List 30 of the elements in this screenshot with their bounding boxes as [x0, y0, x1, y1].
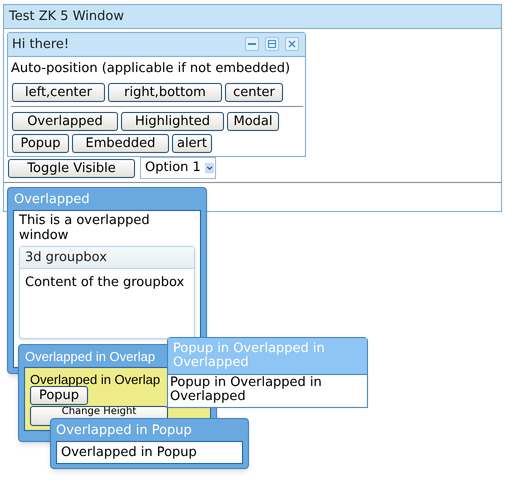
minimize-button[interactable]: [245, 37, 259, 51]
body-text: Popup in Overlapped in Overlapped: [169, 375, 323, 404]
button[interactable]: Modal: [227, 112, 279, 131]
minimize-icon: [248, 40, 256, 48]
close-icon: [288, 40, 296, 48]
button[interactable]: Embedded: [72, 134, 169, 153]
popup-title: Popup in Overlapped in Overlapped: [168, 338, 367, 375]
button[interactable]: left,center: [12, 83, 105, 102]
button[interactable]: Toggle Visible: [8, 159, 135, 178]
button[interactable]: Overlapped: [12, 112, 118, 131]
maximize-button[interactable]: [265, 37, 279, 51]
body-text: This is a overlapped window: [19, 213, 151, 243]
groupbox-title: 3d groupbox: [20, 247, 194, 269]
maximize-icon: [268, 40, 276, 48]
body-text: Overlapped in Popup: [61, 445, 197, 460]
button[interactable]: right,bottom: [108, 83, 222, 102]
button[interactable]: center: [225, 83, 283, 102]
button[interactable]: Highlighted: [121, 112, 224, 131]
window-title: Test ZK 5 Window: [4, 5, 501, 29]
button[interactable]: alert: [172, 134, 212, 153]
dialog-title: Hi there!: [8, 33, 305, 57]
groupbox-content: Content of the groupbox: [24, 274, 186, 292]
window-title: Overlapped: [13, 191, 91, 209]
close-button[interactable]: [285, 37, 299, 51]
button[interactable]: Popup: [12, 134, 69, 153]
window-title: Overlapped in Overlap: [25, 349, 156, 364]
button[interactable]: Popup: [30, 386, 88, 405]
hint-text: Auto-position (applicable if not embedded): [11, 60, 290, 78]
option-select[interactable]: Option 1: [140, 157, 216, 179]
body-text: Overlapped in Overlap: [30, 372, 160, 387]
